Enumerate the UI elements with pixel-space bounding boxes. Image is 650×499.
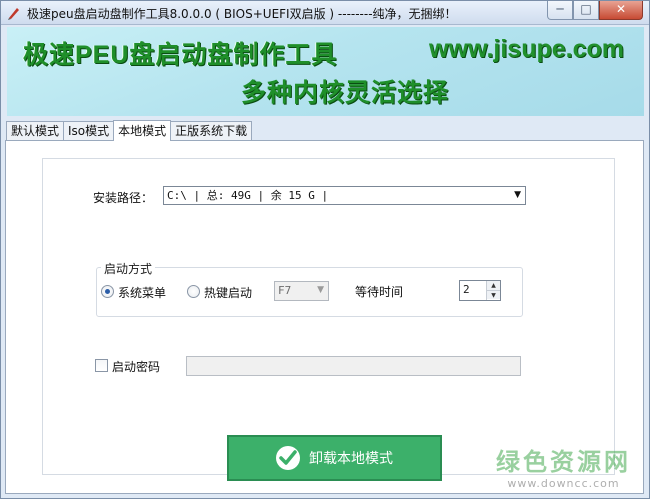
header-banner: 极速PEU盘启动盘制作工具 www.jisupe.com 多种内核灵活选择 xyxy=(7,27,644,116)
tab-system-download[interactable]: 正版系统下载 xyxy=(170,121,253,140)
app-icon xyxy=(6,5,22,21)
close-button[interactable]: ✕ xyxy=(599,1,643,20)
close-icon: ✕ xyxy=(615,2,627,16)
boot-mode-group: 启动方式 系统菜单 热键启动 F7 ▼ 等待时间 2 ▲ ▼ xyxy=(96,260,523,317)
wait-time-stepper[interactable]: 2 ▲ ▼ xyxy=(459,280,501,301)
window-controls: ─ □ ✕ xyxy=(547,1,643,20)
uninstall-button-label: 卸载本地模式 xyxy=(309,451,393,467)
radio-hotkey-boot[interactable] xyxy=(187,285,200,298)
banner-url: www.jisupe.com xyxy=(429,35,624,63)
hotkey-boot-label: 热键启动 xyxy=(204,286,253,300)
install-path-value: C:\ | 总: 49G | 余 15 G | xyxy=(167,189,329,202)
maximize-button[interactable]: □ xyxy=(573,1,599,20)
stepper-down-icon[interactable]: ▼ xyxy=(487,290,500,299)
system-menu-label: 系统菜单 xyxy=(118,286,167,300)
boot-password-label: 启动密码 xyxy=(112,360,161,374)
minimize-icon: ─ xyxy=(556,2,564,16)
minimize-button[interactable]: ─ xyxy=(547,1,573,20)
app-window: 极速peu盘启动盘制作工具8.0.0.0 ( BIOS+UEFI双启版 ) --… xyxy=(0,0,650,499)
wait-time-label: 等待时间 xyxy=(355,285,404,299)
dropdown-arrow-icon: ▼ xyxy=(317,285,324,295)
tab-panel: 安装路径： C:\ | 总: 49G | 余 15 G | ▼ 启动方式 系统菜… xyxy=(5,140,644,494)
maximize-icon: □ xyxy=(580,2,592,16)
install-path-select[interactable]: C:\ | 总: 49G | 余 15 G | ▼ xyxy=(163,186,526,205)
mode-tabs: 默认模式 Iso模式 本地模式 正版系统下载 xyxy=(6,120,253,141)
stepper-up-icon[interactable]: ▲ xyxy=(487,281,500,290)
boot-mode-title: 启动方式 xyxy=(101,260,156,277)
banner-subtitle: 多种内核灵活选择 xyxy=(241,79,450,107)
boot-password-field[interactable] xyxy=(186,356,521,376)
install-path-label: 安装路径： xyxy=(93,191,154,205)
hotkey-select[interactable]: F7 ▼ xyxy=(274,281,329,301)
banner-title: 极速PEU盘启动盘制作工具 xyxy=(23,41,338,69)
uninstall-local-mode-button[interactable]: 卸载本地模式 xyxy=(227,435,442,481)
boot-password-checkbox[interactable] xyxy=(95,359,108,372)
wait-time-value: 2 xyxy=(463,283,470,296)
tab-local-mode[interactable]: 本地模式 xyxy=(113,120,172,141)
radio-system-menu[interactable] xyxy=(101,285,114,298)
tab-default-mode[interactable]: 默认模式 xyxy=(6,121,65,140)
hotkey-value: F7 xyxy=(278,284,292,297)
local-mode-content: 安装路径： C:\ | 总: 49G | 余 15 G | ▼ 启动方式 系统菜… xyxy=(42,158,615,481)
window-title: 极速peu盘启动盘制作工具8.0.0.0 ( BIOS+UEFI双启版 ) --… xyxy=(27,7,457,21)
check-circle-icon xyxy=(276,446,300,470)
tab-iso-mode[interactable]: Iso模式 xyxy=(63,121,115,140)
dropdown-arrow-icon: ▼ xyxy=(514,190,521,200)
title-bar[interactable]: 极速peu盘启动盘制作工具8.0.0.0 ( BIOS+UEFI双启版 ) --… xyxy=(1,1,649,25)
stepper-buttons: ▲ ▼ xyxy=(486,281,500,300)
